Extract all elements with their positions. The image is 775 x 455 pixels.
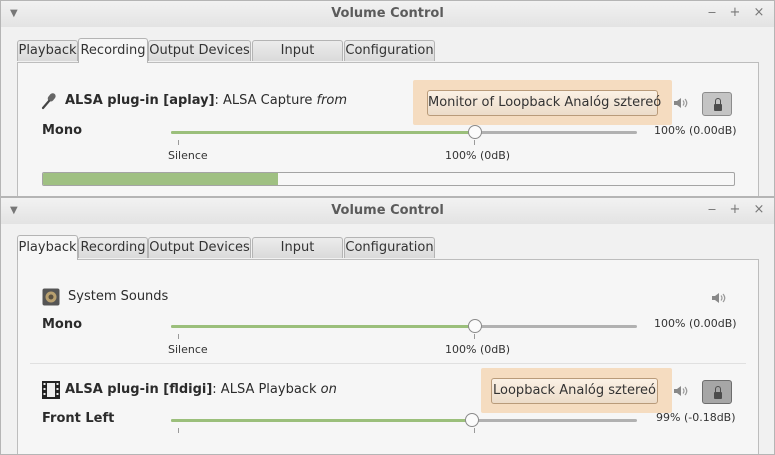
minimize-icon[interactable]: ‒	[704, 202, 720, 217]
peak-meter	[42, 172, 735, 186]
tick-label-silence: Silence	[168, 149, 208, 162]
streams-panel: System Sounds Mono 100% (0.00dB) Silence…	[17, 259, 759, 454]
title-bar[interactable]: ▼ Volume Control ‒ + ×	[1, 198, 774, 224]
volume-readout: 99% (-0.18dB)	[656, 411, 736, 424]
system-sounds-label: System Sounds	[68, 289, 169, 304]
volume-slider-fill	[171, 131, 475, 134]
streams-panel: ALSA plug-in [aplay]: ALSA Capture from …	[17, 62, 759, 196]
volume-control-window-recording: ▼ Volume Control ‒ + × Playback Recordin…	[0, 0, 775, 197]
lock-channels-button[interactable]	[702, 92, 732, 116]
tick-mark-silence	[178, 140, 179, 145]
tick-mark-full	[474, 334, 475, 339]
tab-input-devices[interactable]: Input Devices	[252, 237, 343, 275]
window-title: Volume Control	[331, 6, 444, 21]
minimize-icon[interactable]: ‒	[704, 5, 720, 20]
system-sounds-icon	[42, 288, 60, 306]
volume-slider-knob[interactable]	[468, 125, 482, 139]
stream-preposition: from	[316, 93, 348, 108]
tab-configuration[interactable]: Configuration	[344, 40, 435, 61]
tick-mark-silence	[178, 334, 179, 339]
stream-description: : ALSA Capture	[214, 93, 317, 108]
device-select-button[interactable]: Monitor of Loopback Analóg sztereó	[427, 90, 661, 116]
microphone-icon	[41, 93, 56, 110]
tab-playback[interactable]: Playback	[17, 40, 78, 61]
tab-input-devices[interactable]: Input Devices	[252, 40, 343, 78]
volume-slider-fill	[171, 419, 472, 422]
volume-readout: 100% (0.00dB)	[654, 124, 737, 137]
film-icon	[42, 381, 60, 399]
stream-preposition: on	[320, 382, 337, 397]
tick-mark-full	[474, 140, 475, 145]
volume-control-window-playback: ▼ Volume Control ‒ + × Playback Recordin…	[0, 197, 775, 455]
tick-label-full: 100% (0dB)	[445, 343, 511, 356]
lock-channels-button[interactable]	[702, 380, 732, 404]
tick-mark-silence	[178, 428, 179, 433]
tab-recording[interactable]: Recording	[78, 38, 148, 63]
volume-slider-knob[interactable]	[468, 319, 482, 333]
volume-slider-fill	[171, 325, 475, 328]
tab-output-devices[interactable]: Output Devices	[148, 237, 251, 258]
tab-recording[interactable]: Recording	[78, 237, 148, 258]
close-icon[interactable]: ×	[751, 202, 767, 217]
stream-name: ALSA plug-in [fldigi]: ALSA Playback on	[65, 382, 337, 397]
maximize-icon[interactable]: +	[727, 5, 743, 20]
tick-mark-full	[474, 428, 475, 433]
tick-label-silence: Silence	[168, 343, 208, 356]
peak-meter-fill	[43, 173, 278, 185]
device-select-button[interactable]: Loopback Analóg sztereó	[491, 378, 658, 404]
window-content: Playback Recording Output Devices Input …	[1, 224, 774, 454]
close-icon[interactable]: ×	[751, 5, 767, 20]
volume-readout: 100% (0.00dB)	[654, 317, 737, 330]
stream-name: ALSA plug-in [aplay]: ALSA Capture from	[65, 93, 347, 108]
volume-slider[interactable]	[171, 319, 637, 333]
channel-label: Front Left	[42, 411, 115, 426]
channel-label: Mono	[42, 123, 83, 138]
tick-label-full: 100% (0dB)	[445, 149, 511, 162]
channel-label: Mono	[42, 317, 83, 332]
title-bar[interactable]: ▼ Volume Control ‒ + ×	[1, 1, 774, 27]
tab-configuration[interactable]: Configuration	[344, 237, 435, 258]
speaker-icon[interactable]	[710, 290, 726, 306]
stream-app-name: ALSA plug-in [fldigi]	[65, 382, 213, 397]
maximize-icon[interactable]: +	[727, 202, 743, 217]
stream-app-name: ALSA plug-in [aplay]	[65, 93, 215, 108]
tab-output-devices[interactable]: Output Devices	[148, 40, 251, 61]
window-title: Volume Control	[331, 203, 444, 218]
volume-slider[interactable]	[171, 413, 637, 427]
volume-slider-knob[interactable]	[465, 413, 479, 427]
speaker-icon[interactable]	[672, 383, 688, 399]
volume-slider[interactable]	[171, 125, 637, 139]
tab-playback[interactable]: Playback	[17, 235, 78, 260]
speaker-icon[interactable]	[672, 95, 688, 111]
window-content: Playback Recording Output Devices Input …	[1, 27, 774, 196]
stream-separator	[30, 363, 746, 364]
stream-description: : ALSA Playback	[212, 382, 321, 397]
